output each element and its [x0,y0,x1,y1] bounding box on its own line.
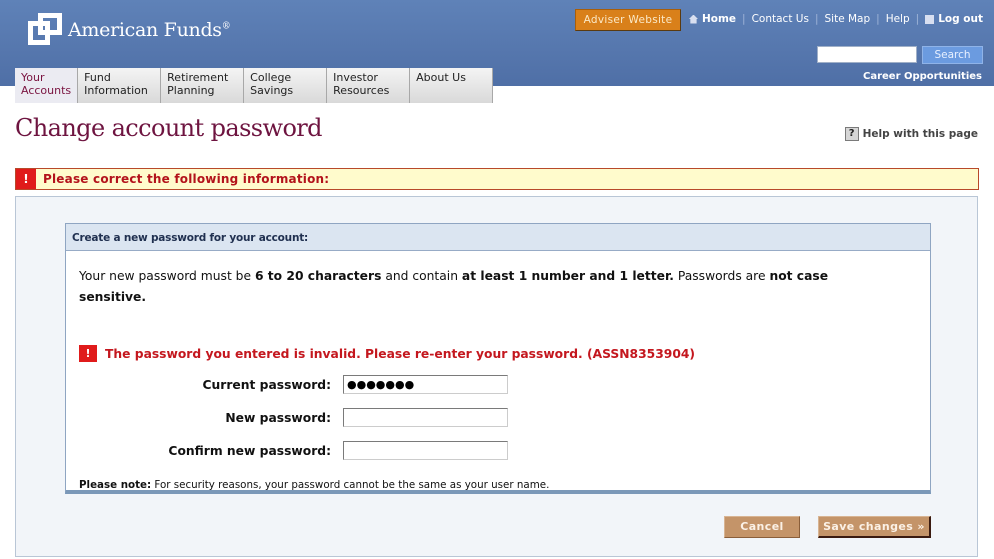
utility-links: Home | Contact Us | Site Map | Help | Lo… [688,13,983,25]
help-with-page-label: Help with this page [862,128,978,140]
confirm-password-row: Confirm new password: [66,441,766,461]
contact-us-link[interactable]: Contact Us [752,13,809,25]
help-link[interactable]: Help [886,13,910,25]
help-with-page-link[interactable]: ? Help with this page [844,127,978,141]
new-password-label: New password: [225,411,331,425]
tab-college-savings[interactable]: College Savings [243,68,327,103]
tab-retirement-planning[interactable]: Retirement Planning [160,68,244,103]
change-password-form: Create a new password for your account: … [65,223,931,494]
separator: | [814,13,819,25]
new-password-input[interactable] [343,408,508,427]
current-password-input[interactable]: ●●●●●●● [343,375,508,394]
tab-your-accounts[interactable]: Your Accounts [15,68,78,103]
home-link[interactable]: Home [702,13,736,25]
separator: | [915,13,920,25]
career-opportunities-link[interactable]: Career Opportunities [863,71,982,82]
error-banner: ! Please correct the following informati… [15,168,979,190]
logout-icon [925,14,935,24]
adviser-website-button[interactable]: Adviser Website [575,9,681,31]
tab-about-us[interactable]: About Us [409,68,494,103]
main-nav: Your Accounts Fund Information Retirement P… [15,68,494,103]
site-map-link[interactable]: Site Map [825,13,871,25]
separator: | [742,13,746,25]
current-password-row: Current password: ●●●●●●● [66,375,766,395]
log-out-link[interactable]: Log out [938,13,983,25]
separator: | [876,13,880,25]
alert-icon: ! [79,345,97,362]
tab-investor-resources[interactable]: Investor Resources [326,68,410,103]
save-changes-button[interactable]: Save changes » [818,516,931,538]
confirm-password-input[interactable] [343,441,508,460]
password-error-message: The password you entered is invalid. Ple… [105,346,696,361]
new-password-row: New password: [66,408,766,428]
security-note: Please note: For security reasons, your … [79,479,550,491]
search-input[interactable] [817,46,917,63]
error-banner-message: Please correct the following information… [43,172,330,186]
password-rules: Your new password must be 6 to 20 charac… [79,269,829,304]
page-title: Change account password [15,114,323,142]
password-error: ! The password you entered is invalid. P… [79,345,695,362]
american-funds-logo[interactable]: American Funds® [28,13,231,47]
alert-icon: ! [16,169,36,189]
help-icon: ? [844,127,859,141]
search-button[interactable]: Search [922,46,983,64]
logo-mark-icon [28,13,62,47]
brand-name: American Funds® [68,19,231,41]
current-password-label: Current password: [202,378,332,392]
form-heading: Create a new password for your account: [66,224,930,251]
form-panel: Create a new password for your account: … [15,196,978,557]
home-icon [688,14,698,24]
cancel-button[interactable]: Cancel [724,516,800,538]
tab-fund-information[interactable]: Fund Information [77,68,161,103]
confirm-password-label: Confirm new password: [168,444,331,458]
